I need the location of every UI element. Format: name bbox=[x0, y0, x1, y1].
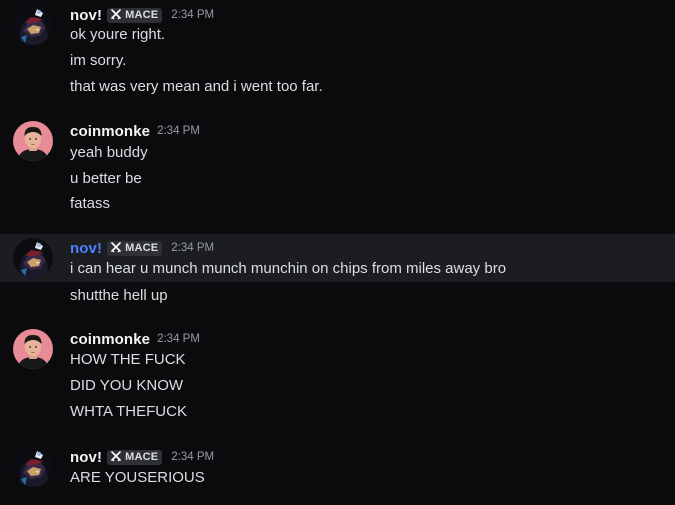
anime-character-avatar-image bbox=[13, 238, 53, 278]
message-text: ok youre right. bbox=[70, 26, 166, 43]
message-text: DID YOU KNOW bbox=[70, 377, 184, 394]
guild-tag[interactable]: MACE bbox=[107, 449, 163, 465]
message-header: nov! MACE 2:34 PM bbox=[70, 238, 214, 258]
message-text: WHTA THEFUCK bbox=[70, 403, 187, 420]
message-text: i can hear u munch munch munchin on chip… bbox=[70, 260, 507, 277]
guild-tag-label: MACE bbox=[125, 9, 159, 21]
avatar[interactable] bbox=[13, 121, 53, 161]
username[interactable]: coinmonke bbox=[70, 331, 150, 348]
guild-tag-label: MACE bbox=[125, 451, 159, 463]
username[interactable]: nov! bbox=[70, 7, 102, 24]
crossed-swords-icon bbox=[110, 242, 122, 254]
guild-tag[interactable]: MACE bbox=[107, 240, 163, 256]
guild-tag[interactable]: MACE bbox=[107, 7, 163, 23]
message-text: fatass bbox=[70, 195, 111, 212]
message-header: coinmonke 2:34 PM bbox=[70, 121, 200, 141]
anime-character-avatar-image bbox=[13, 5, 53, 45]
message-text: u better be bbox=[70, 170, 142, 187]
avatar[interactable] bbox=[13, 329, 53, 369]
guild-tag-label: MACE bbox=[125, 242, 159, 254]
timestamp: 2:34 PM bbox=[171, 451, 215, 463]
person-photo-avatar-image bbox=[13, 329, 53, 369]
timestamp: 2:34 PM bbox=[157, 333, 200, 345]
message-text: HOW THE FUCK bbox=[70, 351, 186, 368]
message-header: coinmonke 2:34 PM bbox=[70, 329, 200, 349]
crossed-swords-icon bbox=[110, 451, 122, 463]
username[interactable]: nov! bbox=[70, 449, 102, 466]
timestamp: 2:34 PM bbox=[171, 242, 215, 254]
avatar[interactable] bbox=[13, 447, 53, 487]
chat-messages: nov! MACE 2:34 PM ok youre right. im sor… bbox=[0, 0, 675, 505]
avatar[interactable] bbox=[13, 238, 53, 278]
crossed-swords-icon bbox=[110, 9, 122, 21]
timestamp: 2:34 PM bbox=[157, 125, 200, 137]
username[interactable]: coinmonke bbox=[70, 123, 150, 140]
username[interactable]: nov! bbox=[70, 240, 102, 257]
message-text: im sorry. bbox=[70, 52, 127, 69]
message-header: nov! MACE 2:34 PM bbox=[70, 5, 214, 25]
message-text: shutthe hell up bbox=[70, 287, 168, 304]
timestamp: 2:34 PM bbox=[171, 9, 215, 21]
person-photo-avatar-image bbox=[13, 121, 53, 161]
avatar[interactable] bbox=[13, 5, 53, 45]
message-text: yeah buddy bbox=[70, 144, 148, 161]
message-text: ARE YOUSERIOUS bbox=[70, 469, 205, 486]
message-text: that was very mean and i went too far. bbox=[70, 78, 323, 95]
message-header: nov! MACE 2:34 PM bbox=[70, 447, 214, 467]
anime-character-avatar-image bbox=[13, 447, 53, 487]
